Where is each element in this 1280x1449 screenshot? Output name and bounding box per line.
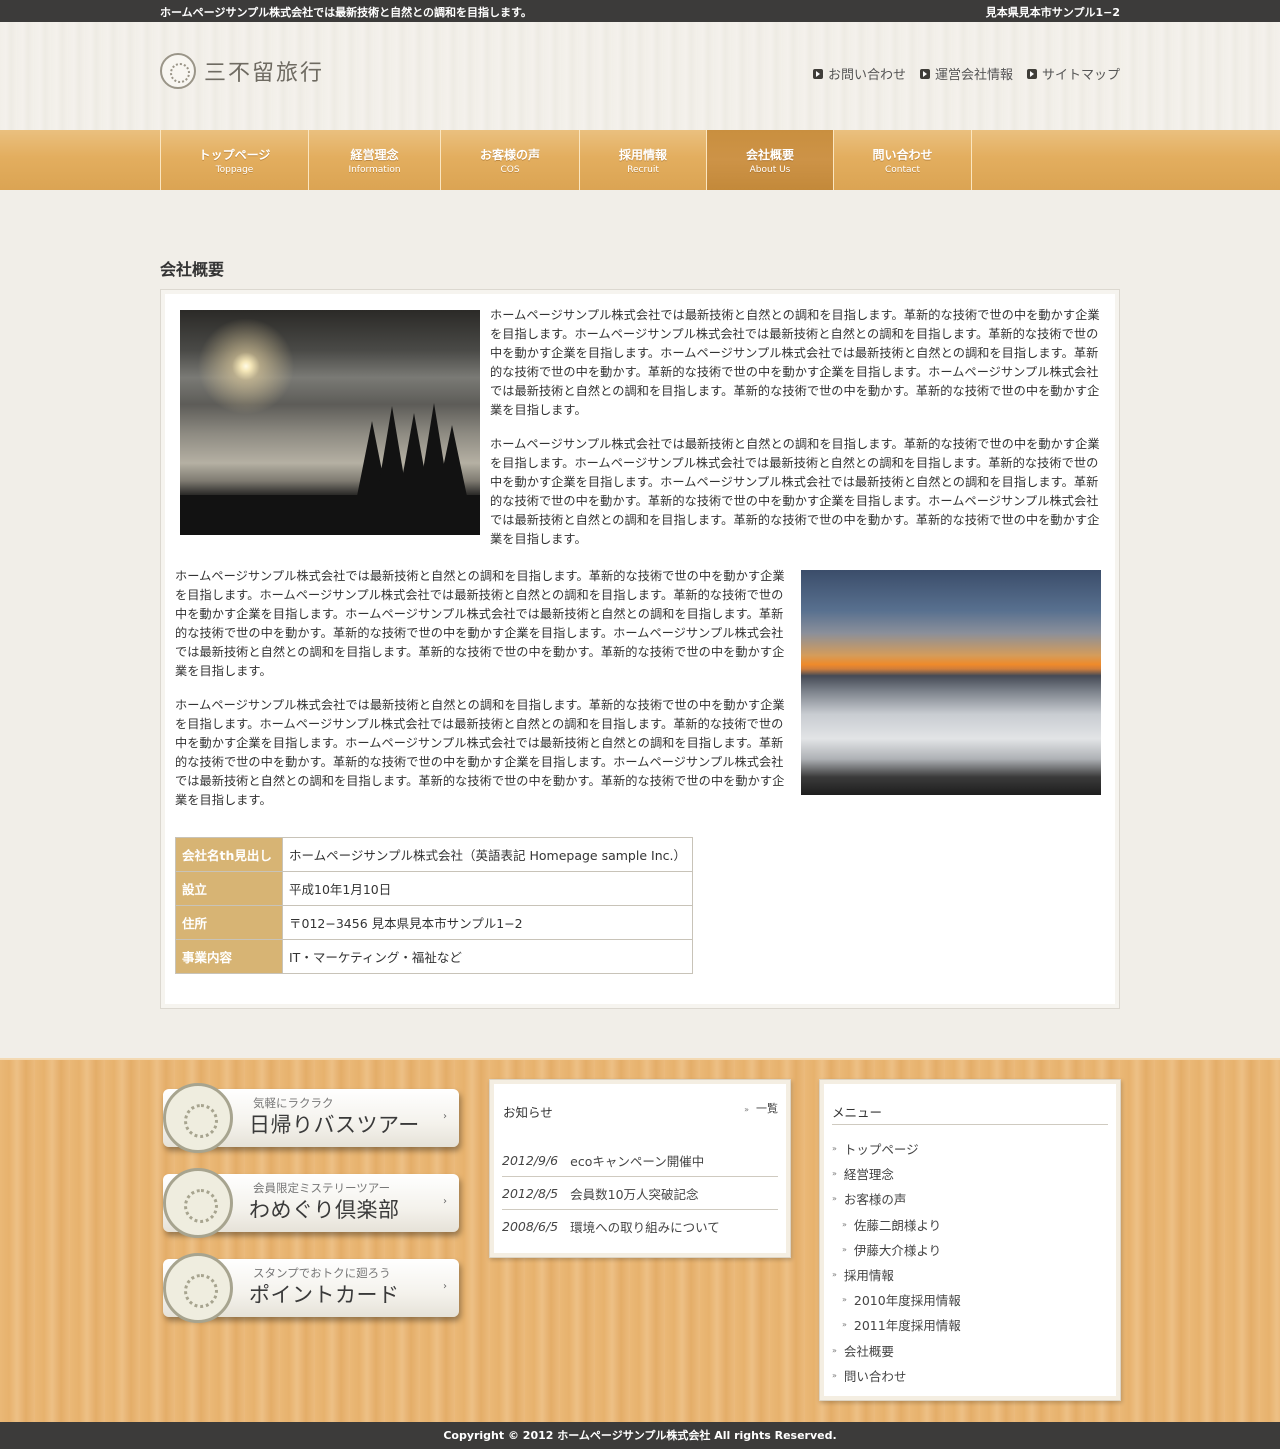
table-row: 設立 平成10年1月10日	[175, 871, 693, 906]
double-chevron-icon: »	[832, 1144, 837, 1154]
menu-item-recruit-2010[interactable]: » 2010年度採用情報	[832, 1287, 961, 1312]
table-header-cell: 会社名th見出し	[175, 837, 283, 872]
page-title: 会社概要	[160, 260, 225, 279]
nav-item-recruit[interactable]: 採用情報 Recruit	[580, 130, 707, 190]
double-chevron-icon: »	[832, 1270, 837, 1280]
menu-item-about-us[interactable]: » 会社概要	[832, 1338, 961, 1363]
paragraph: ホームページサンプル株式会社では最新技術と自然との調和を目指します。革新的な技術…	[175, 569, 785, 678]
double-chevron-icon: »	[832, 1194, 837, 1204]
site-header: 三不留旅行 お問い合わせ 運営会社情報 サイトマップ	[0, 22, 1280, 130]
nav-item-information[interactable]: 経営理念 Information	[309, 130, 441, 190]
table-row: 会社名th見出し ホームページサンプル株式会社（英語表記 Homepage sa…	[175, 837, 693, 872]
nav-item-contact[interactable]: 問い合わせ Contact	[834, 130, 972, 190]
arrow-square-icon	[812, 68, 823, 79]
double-chevron-icon: »	[744, 1105, 749, 1114]
nav-item-about-us[interactable]: 会社概要 About Us	[707, 130, 834, 190]
double-chevron-icon: »	[842, 1295, 847, 1305]
menu-item-toppage[interactable]: » トップページ	[832, 1136, 961, 1161]
menu-item-ito[interactable]: » 伊藤大介様より	[832, 1237, 961, 1262]
util-link-sitemap[interactable]: サイトマップ	[1026, 64, 1120, 83]
side-menu-list: » トップページ » 経営理念 » お客様の声 » 佐藤二朗様より » 伊藤大介様より »…	[832, 1136, 961, 1388]
menu-title: メニュー	[832, 1105, 883, 1120]
menu-item-recruit-2011[interactable]: » 2011年度採用情報	[832, 1312, 961, 1337]
sunrise-photo	[180, 310, 480, 535]
news-item[interactable]: 2008/6/5 環境への取り組みについて	[502, 1210, 778, 1243]
menu-item-sato[interactable]: » 佐藤二朗様より	[832, 1212, 961, 1237]
flower-crest-icon	[163, 1083, 233, 1153]
news-item[interactable]: 2012/8/5 会員数10万人突破記念	[502, 1177, 778, 1210]
arrow-square-icon	[919, 68, 930, 79]
site-logo[interactable]: 三不留旅行	[160, 52, 324, 90]
chevron-right-icon: ›	[443, 1196, 447, 1207]
content-box: ホームページサンプル株式会社では最新技術と自然との調和を目指します。革新的な技術…	[160, 289, 1120, 1009]
menu-item-information[interactable]: » 経営理念	[832, 1161, 961, 1186]
sea-of-clouds-photo	[801, 570, 1101, 795]
news-item[interactable]: 2012/9/6 ecoキャンペーン開催中	[502, 1144, 778, 1177]
top-bar: ホームページサンプル株式会社では最新技術と自然との調和を目指します。 見本県見本…	[0, 0, 1280, 22]
company-info-table: 会社名th見出し ホームページサンプル株式会社（英語表記 Homepage sa…	[175, 837, 693, 974]
paragraph: ホームページサンプル株式会社では最新技術と自然との調和を目指します。革新的な技術…	[490, 437, 1100, 546]
menu-item-recruit[interactable]: » 採用情報	[832, 1262, 961, 1287]
banner-club[interactable]: 会員限定ミステリーツアー わめぐり倶楽部 ›	[163, 1168, 459, 1238]
double-chevron-icon: »	[832, 1370, 837, 1380]
chevron-right-icon: ›	[443, 1111, 447, 1122]
table-cell: 〒012−3456 見本県見本市サンプル1−2	[282, 905, 693, 940]
util-link-company[interactable]: 運営会社情報	[919, 64, 1013, 83]
double-chevron-icon: »	[842, 1219, 847, 1229]
nav-item-cos[interactable]: お客様の声 COS	[441, 130, 580, 190]
table-row: 事業内容 IT・マーケティング・福祉など	[175, 939, 693, 974]
tagline: ホームページサンプル株式会社では最新技術と自然との調和を目指します。	[160, 6, 532, 19]
double-chevron-icon: »	[832, 1345, 837, 1355]
menu-item-cos[interactable]: » お客様の声	[832, 1186, 961, 1211]
nav-item-toppage[interactable]: トップページ Toppage	[161, 130, 309, 190]
paragraph: ホームページサンプル株式会社では最新技術と自然との調和を目指します。革新的な技術…	[175, 698, 785, 807]
news-title: お知らせ	[503, 1105, 553, 1120]
logo-text: 三不留旅行	[204, 61, 325, 86]
double-chevron-icon: »	[842, 1320, 847, 1330]
news-panel: お知らせ » 一覧 2012/9/6 ecoキャンペーン開催中 2012/8/5 …	[489, 1079, 791, 1258]
table-header-cell: 事業内容	[175, 939, 283, 974]
double-chevron-icon: »	[842, 1244, 847, 1254]
side-menu-panel: メニュー » トップページ » 経営理念 » お客様の声 » 佐藤二朗様より » 伊藤大介…	[819, 1079, 1121, 1401]
banner-day-bus-tour[interactable]: 気軽にラクラク 日帰りバスツアー ›	[163, 1083, 459, 1153]
chevron-right-icon: ›	[443, 1281, 447, 1292]
table-cell: ホームページサンプル株式会社（英語表記 Homepage sample Inc.…	[282, 837, 693, 872]
banner-point-card[interactable]: スタンプでおトクに廻ろう ポイントカード ›	[163, 1253, 459, 1323]
global-nav: トップページ Toppage 経営理念 Information お客様の声 CO…	[0, 130, 1280, 190]
flower-crest-icon	[163, 1253, 233, 1323]
copyright: Copyright © 2012 ホームページサンプル株式会社 All righ…	[0, 1422, 1280, 1449]
news-list-link[interactable]: » 一覧	[744, 1100, 778, 1116]
utility-links: お問い合わせ 運営会社情報 サイトマップ	[812, 64, 1120, 83]
table-header-cell: 住所	[175, 905, 283, 940]
arrow-square-icon	[1026, 68, 1037, 79]
table-cell: 平成10年1月10日	[282, 871, 693, 906]
table-header-cell: 設立	[175, 871, 283, 906]
table-cell: IT・マーケティング・福祉など	[282, 939, 693, 974]
divider	[832, 1124, 1108, 1125]
double-chevron-icon: »	[832, 1169, 837, 1179]
util-link-contact[interactable]: お問い合わせ	[812, 64, 906, 83]
paragraph: ホームページサンプル株式会社では最新技術と自然との調和を目指します。革新的な技術…	[490, 308, 1100, 417]
menu-item-contact[interactable]: » 問い合わせ	[832, 1363, 961, 1388]
header-address: 見本県見本市サンプル1−2	[985, 6, 1120, 19]
flower-crest-icon	[163, 1168, 233, 1238]
flower-crest-icon	[160, 53, 196, 89]
table-row: 住所 〒012−3456 見本県見本市サンプル1−2	[175, 905, 693, 940]
